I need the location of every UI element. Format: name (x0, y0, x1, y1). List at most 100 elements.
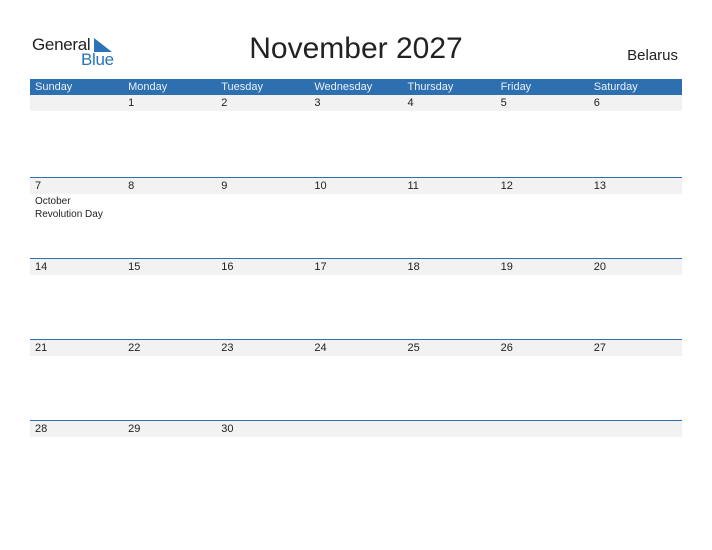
day-number: 1 (123, 95, 217, 111)
week-row: 21 22 23 24 25 26 27 (30, 339, 682, 420)
day-number: 17 (309, 259, 403, 275)
holiday-label (123, 437, 216, 438)
day-cell: 22 (123, 340, 217, 357)
day-number: 6 (588, 95, 682, 111)
holiday-label (496, 437, 589, 438)
day-number: 16 (216, 259, 310, 275)
day-cell: 20 (588, 259, 682, 276)
holiday-label (309, 275, 402, 276)
day-cell: 8 (123, 178, 217, 221)
weekday-saturday: Saturday (593, 81, 638, 93)
day-cell: 15 (123, 259, 217, 276)
holiday-label (309, 356, 402, 357)
day-number (402, 421, 496, 437)
day-number: 22 (123, 340, 217, 356)
day-cell: 30 (216, 421, 310, 438)
day-number (309, 421, 403, 437)
weekday-thursday: Thursday (407, 81, 454, 93)
weekday-tuesday: Tuesday (221, 81, 264, 93)
day-cell: 6 (588, 95, 682, 112)
day-number: 30 (216, 421, 310, 437)
day-cell: 11 (402, 178, 496, 221)
holiday-label (589, 111, 682, 112)
holiday-label: October Revolution Day (35, 196, 103, 220)
holiday-label (30, 111, 123, 112)
day-cell: 1 (123, 95, 217, 112)
day-cell (30, 95, 124, 112)
country-label: Belarus (627, 47, 678, 64)
holiday-label (496, 194, 589, 195)
day-number (495, 421, 589, 437)
day-cell: 12 (495, 178, 589, 221)
week-row: 123456 (30, 95, 682, 177)
day-number: 13 (588, 178, 682, 194)
holiday-label (589, 437, 682, 438)
day-number: 23 (216, 340, 310, 356)
day-number: 25 (402, 340, 496, 356)
calendar-title: November 2027 (249, 32, 463, 65)
weeks-container: 1 2 3 4 5 6 7 October Revolution Day 8 9 10 11 12 13 1… (30, 95, 682, 501)
day-number: 15 (123, 259, 217, 275)
day-number: 19 (495, 259, 589, 275)
day-cell: 27 (588, 340, 682, 357)
day-number (30, 95, 124, 111)
holiday-label (216, 275, 309, 276)
holiday-label (30, 356, 123, 357)
day-cell (588, 421, 682, 438)
holiday-label (496, 111, 589, 112)
day-cell: 9 (216, 178, 310, 221)
weekday-sunday: Sunday (35, 81, 73, 93)
week-row: 28 29 30 (30, 420, 682, 501)
day-cell (495, 421, 589, 438)
day-cell: 17 (309, 259, 403, 276)
day-cell: 4 (402, 95, 496, 112)
day-number: 9 (216, 178, 310, 194)
day-number: 5 (495, 95, 589, 111)
weekday-wednesday: Wednesday (314, 81, 373, 93)
day-number: 8 (123, 178, 217, 194)
day-number: 21 (30, 340, 124, 356)
day-number: 24 (309, 340, 403, 356)
holiday-label (30, 275, 123, 276)
day-number: 27 (588, 340, 682, 356)
holiday-label (123, 275, 216, 276)
day-cell: 23 (216, 340, 310, 357)
holiday-label (123, 111, 216, 112)
day-number (588, 421, 682, 437)
day-cell: 7 October Revolution Day (30, 178, 124, 221)
holiday-label (403, 356, 496, 357)
weekday-monday: Monday (128, 81, 168, 93)
holiday-label (123, 356, 216, 357)
day-number: 3 (309, 95, 403, 111)
day-number: 26 (495, 340, 589, 356)
holiday-label (589, 275, 682, 276)
holiday-label (216, 356, 309, 357)
day-number: 2 (216, 95, 310, 111)
day-cell: 25 (402, 340, 496, 357)
holiday-label (216, 111, 309, 112)
holiday-label (403, 275, 496, 276)
holiday-label (496, 275, 589, 276)
day-cell: 14 (30, 259, 124, 276)
holiday-label (216, 437, 309, 438)
weekday-friday: Friday (500, 81, 532, 93)
day-cell: 26 (495, 340, 589, 357)
day-cell: 19 (495, 259, 589, 276)
calendar-grid: Sunday Monday Tuesday Wednesday Thursday… (30, 79, 682, 501)
day-cell: 2 (216, 95, 310, 112)
holiday-label (216, 194, 309, 195)
day-cell: 13 (588, 178, 682, 221)
weekday-header-row: Sunday Monday Tuesday Wednesday Thursday… (30, 79, 682, 95)
day-number: 28 (30, 421, 124, 437)
day-number: 7 (30, 178, 124, 194)
day-number: 14 (30, 259, 124, 275)
holiday-label (30, 437, 123, 438)
holiday-label (123, 194, 216, 195)
holiday-label (309, 437, 402, 438)
holiday-label (589, 356, 682, 357)
day-cell: 21 (30, 340, 124, 357)
day-number: 10 (309, 178, 403, 194)
day-cell: 10 (309, 178, 403, 221)
day-cell: 16 (216, 259, 310, 276)
day-cell: 5 (495, 95, 589, 112)
